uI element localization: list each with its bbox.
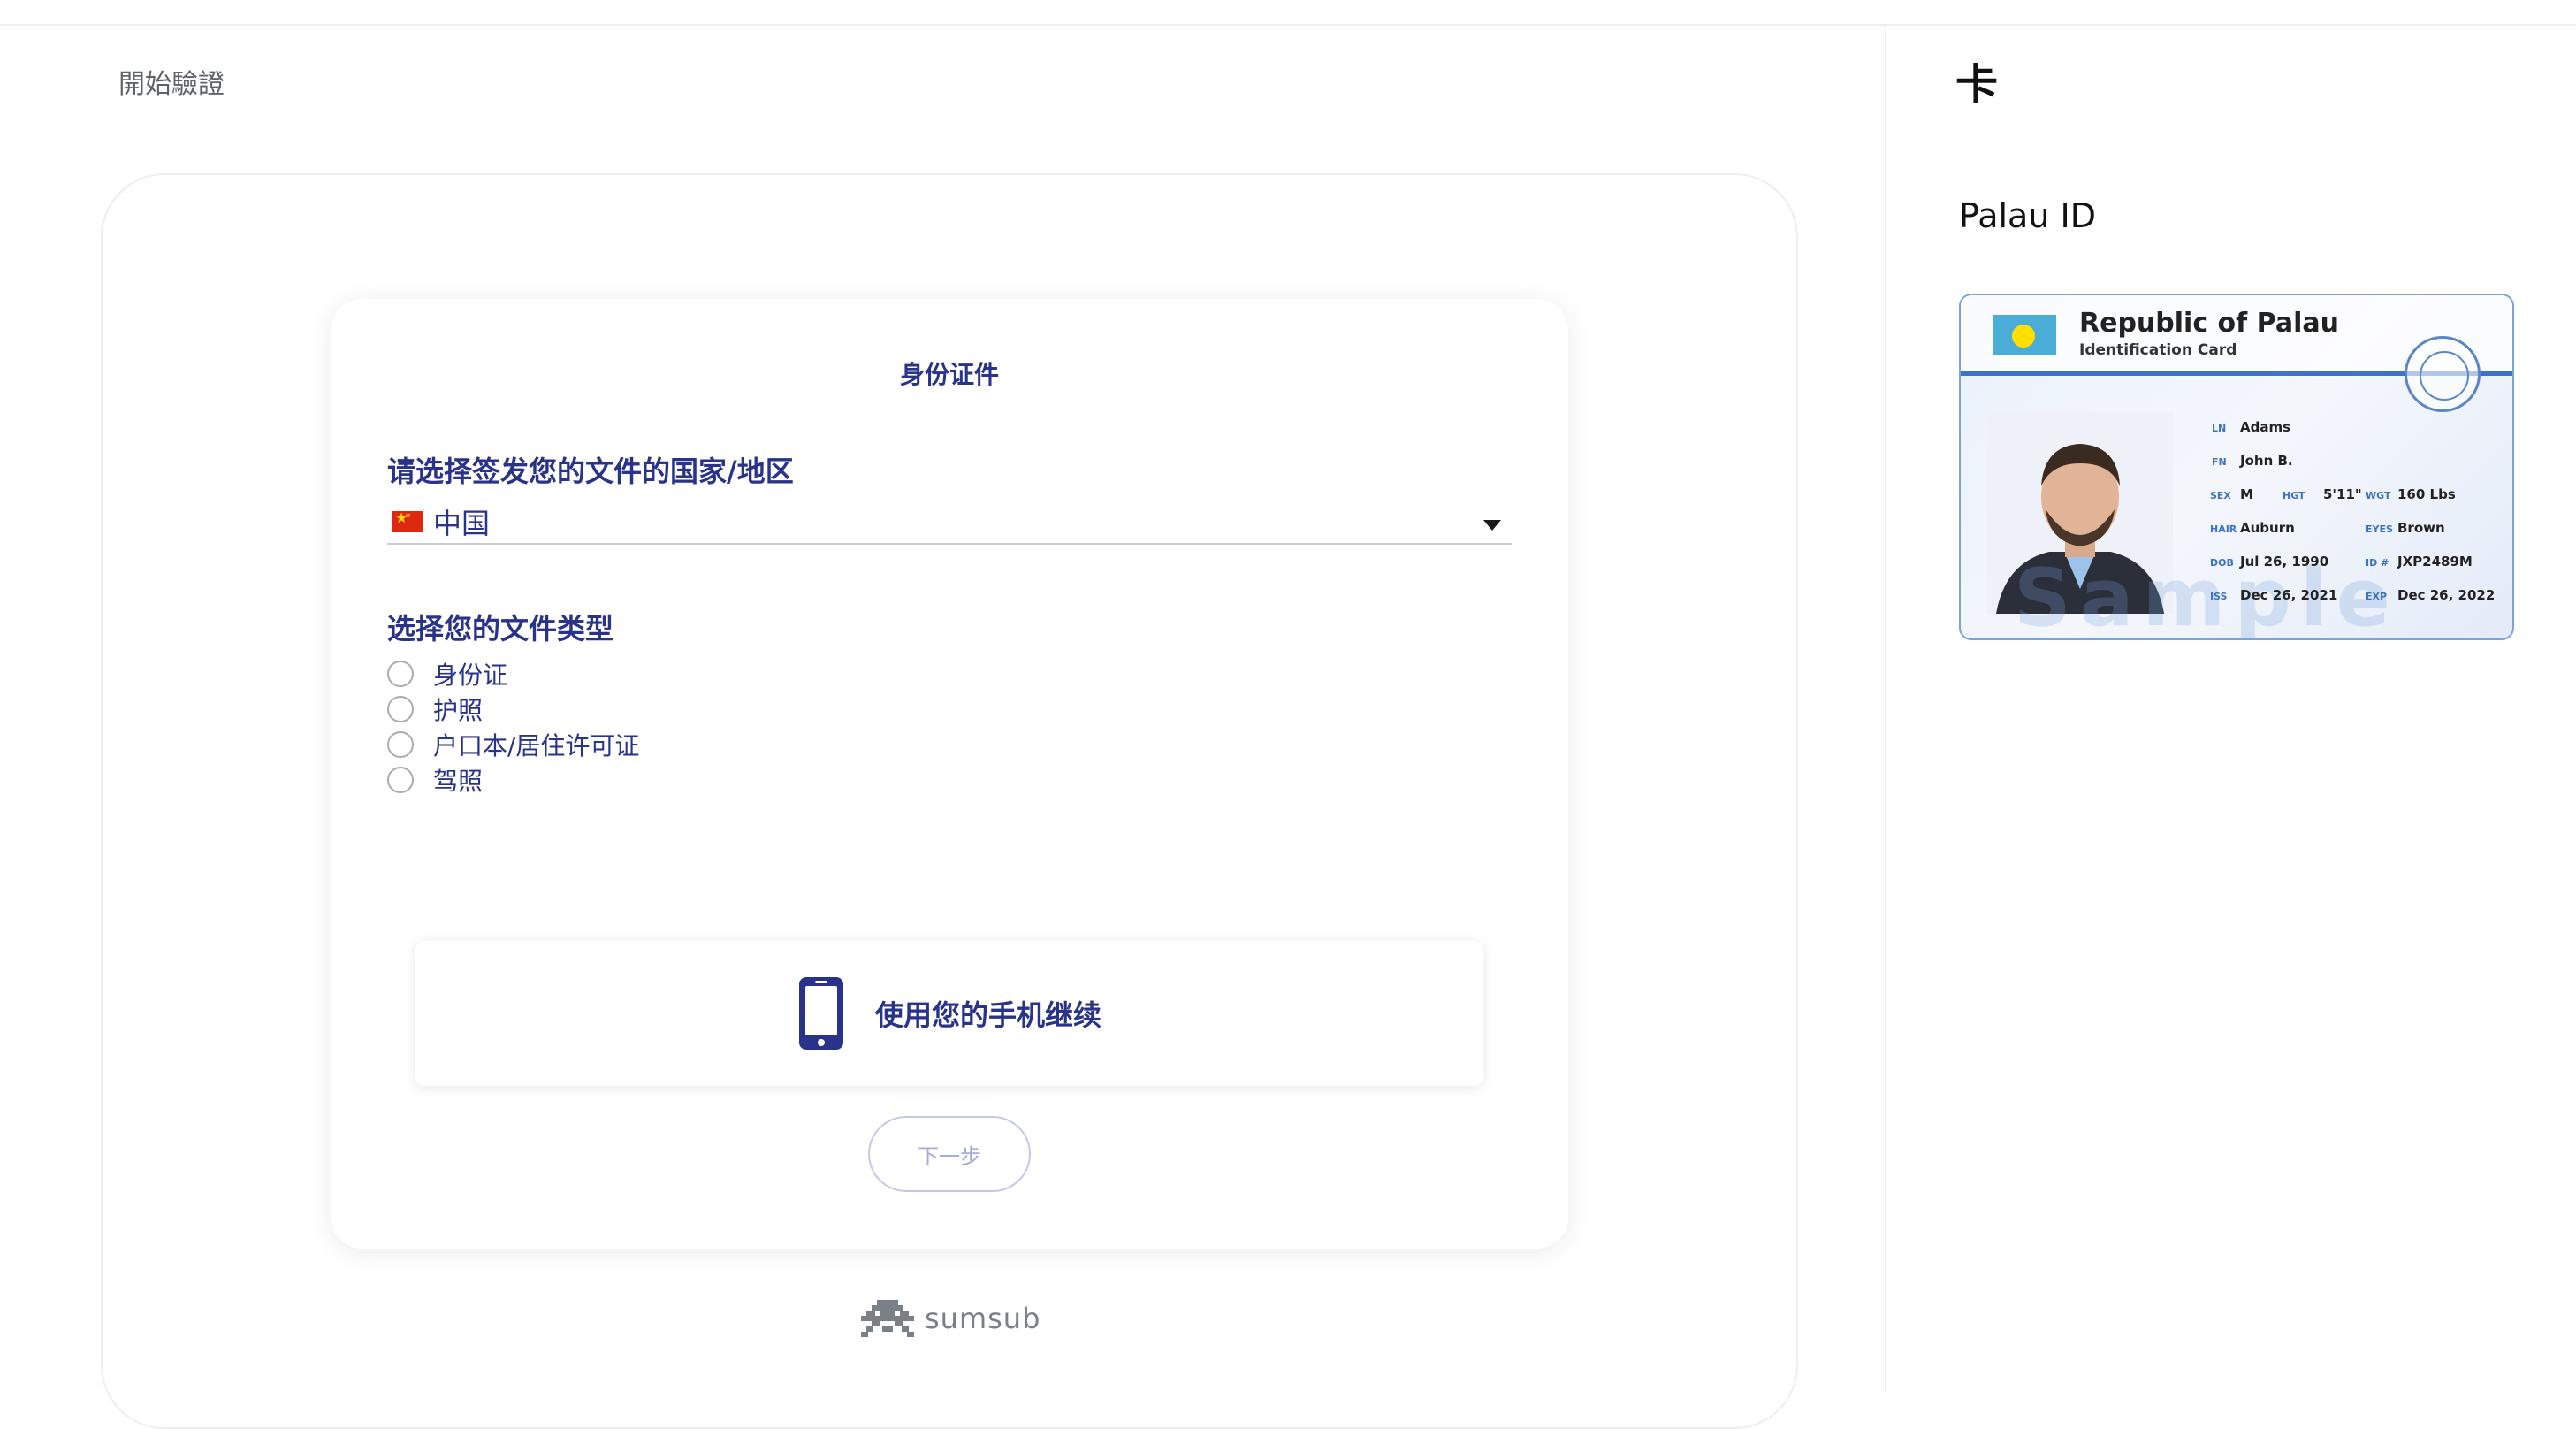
field-label: LN: [2212, 423, 2227, 434]
palau-flag-icon: [1993, 315, 2056, 355]
sumsub-logo-icon: [861, 1300, 914, 1337]
country-select-value: 中国: [433, 507, 491, 540]
field-value: JXP2489M: [2397, 554, 2473, 569]
field-value: 5'11": [2323, 486, 2362, 502]
top-bar: [0, 0, 2576, 26]
radio-label: 驾照: [433, 767, 484, 796]
country-select[interactable]: ★ ★ 中国: [387, 501, 1512, 545]
panel-divider: [1885, 26, 1886, 1394]
form-title: 身份证件: [899, 360, 999, 389]
sample-watermark: Sample: [2014, 552, 2399, 640]
field-label: DOB: [2210, 557, 2234, 569]
government-seal-icon: [2405, 336, 2481, 412]
radio-button[interactable]: [387, 767, 414, 793]
field-label: EYES: [2366, 523, 2393, 535]
field-value: M: [2240, 486, 2253, 502]
sumsub-brand-text: sumsub: [925, 1302, 1041, 1335]
field-value: Dec 26, 2021: [2240, 587, 2338, 603]
field-label: EXP: [2366, 591, 2388, 602]
radio-button[interactable]: [387, 731, 414, 758]
field-label: FN: [2212, 456, 2227, 468]
field-label: ID #: [2366, 557, 2389, 569]
radio-button[interactable]: [387, 661, 414, 687]
doc-type-option-driver-license[interactable]: 驾照: [387, 762, 639, 798]
id-card-subtitle: Identification Card: [2079, 341, 2237, 359]
doc-type-option-passport[interactable]: 护照: [387, 692, 639, 727]
field-value: Jul 26, 1990: [2240, 554, 2329, 569]
field-label: WGT: [2366, 490, 2391, 501]
field-value: Adams: [2240, 419, 2291, 435]
radio-label: 身份证: [433, 661, 508, 690]
side-panel-mark: 卡: [1955, 60, 1999, 110]
field-label: HGT: [2283, 490, 2305, 501]
smartphone-icon: [798, 977, 843, 1050]
field-label: SEX: [2210, 490, 2231, 501]
sample-id-card: Republic of Palau Identification Card Sa…: [1959, 294, 2514, 640]
radio-label: 护照: [433, 696, 484, 725]
continue-on-phone-button[interactable]: 使用您的手机继续: [415, 941, 1483, 1086]
next-button[interactable]: 下一步: [868, 1116, 1031, 1192]
side-panel-title: Palau ID: [1959, 196, 2096, 235]
china-flag-icon: ★ ★: [392, 509, 423, 532]
field-value: Dec 26, 2022: [2397, 587, 2496, 603]
document-form-card: 身份证件 请选择签发您的文件的国家/地区 ★ ★ 中国 选择您的文件类型 身份证 …: [331, 299, 1568, 1249]
field-label: HAIR: [2210, 523, 2237, 535]
page-title: 開始驗證: [118, 69, 225, 100]
country-label: 请选择签发您的文件的国家/地区: [387, 455, 794, 488]
doc-type-option-residence-permit[interactable]: 户口本/居住许可证: [387, 727, 639, 762]
id-card-republic: Republic of Palau: [2079, 308, 2339, 339]
field-label: ISS: [2210, 591, 2228, 602]
field-value: Brown: [2397, 520, 2445, 536]
sumsub-logo: sumsub: [859, 1296, 1040, 1341]
continue-on-phone-text: 使用您的手机继续: [874, 998, 1101, 1032]
document-type-label: 选择您的文件类型: [387, 612, 614, 646]
radio-button[interactable]: [387, 696, 414, 722]
radio-label: 户口本/居住许可证: [433, 731, 640, 760]
field-value: John B.: [2240, 453, 2293, 469]
document-type-options: 身份证 护照 户口本/居住许可证 驾照: [387, 656, 639, 798]
field-value: 160 Lbs: [2397, 486, 2456, 502]
chevron-down-icon[interactable]: [1483, 520, 1501, 531]
field-value: Auburn: [2240, 520, 2295, 536]
doc-type-option-id-card[interactable]: 身份证: [387, 656, 639, 692]
